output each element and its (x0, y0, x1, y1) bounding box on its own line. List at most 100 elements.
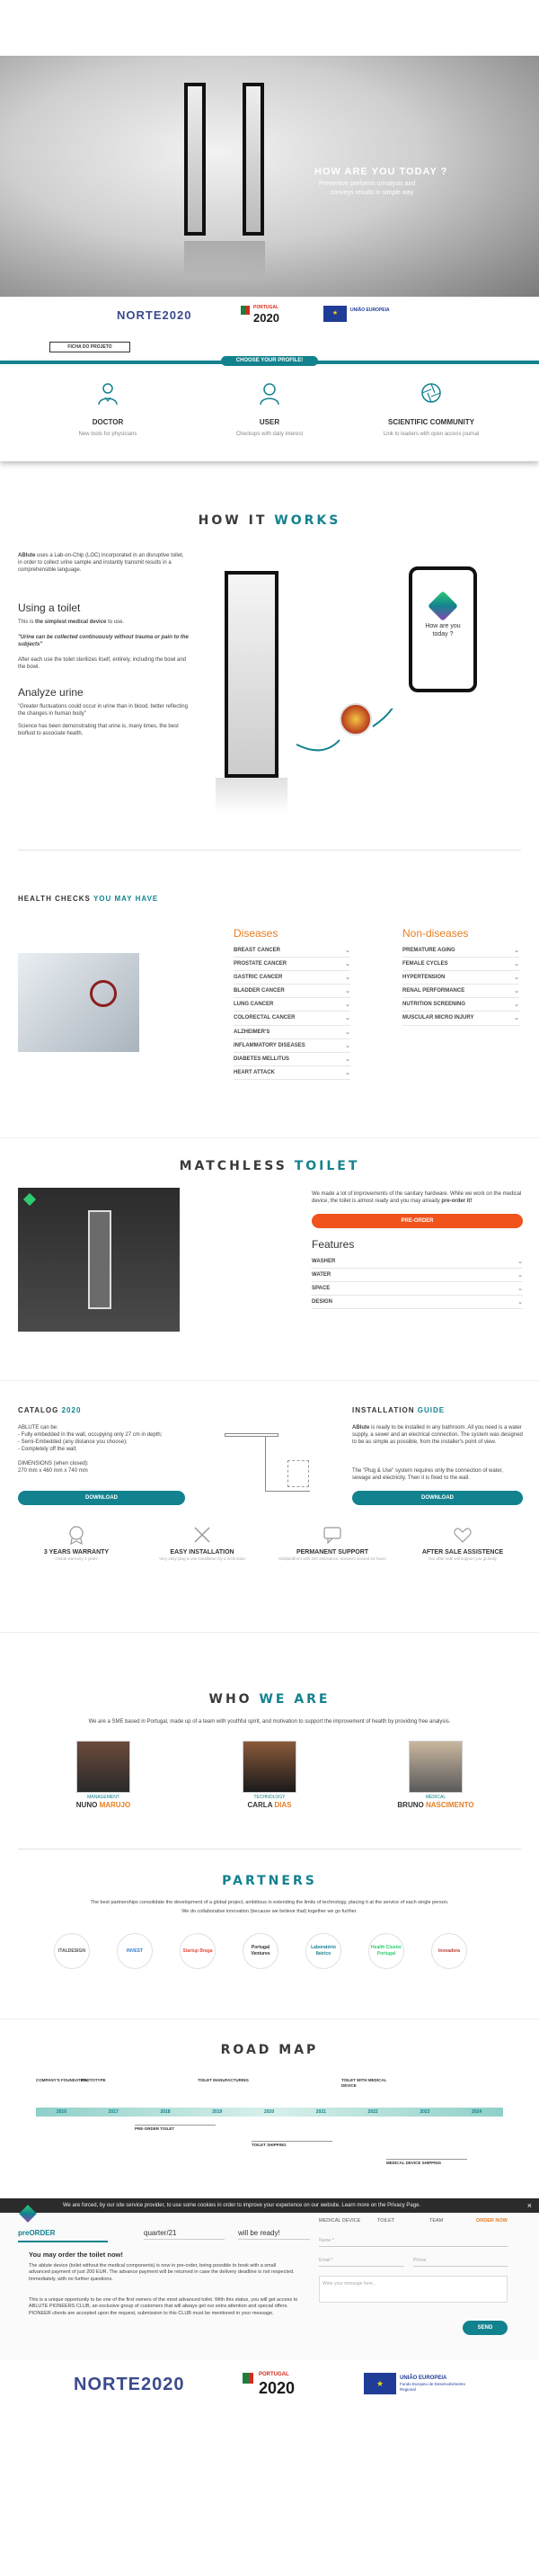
non-disease-item-label: HYPERTENSION (402, 975, 446, 981)
hero-line2: conveys results in simple way (331, 190, 414, 196)
feature-item-label: WASHER (312, 1259, 336, 1264)
benefit-desc: Very easy plug & use installation by a t… (158, 1556, 246, 1562)
team-member: MANAGEMENT NUNO MARUJO (67, 1741, 139, 1811)
toilet-p2: After each use the toilet sterilizes its… (18, 657, 186, 671)
partner-logo-label: ITALDESIGN (58, 1948, 85, 1954)
disease-item-label: COLORECTAL CANCER (234, 1015, 296, 1021)
non-disease-item[interactable]: RENAL PERFORMANCE ⌄ (402, 985, 519, 999)
benefit-assistance: AFTER SALE ASSISTENCE Our after sale wil… (404, 1525, 521, 1563)
partner-logo: ITALDESIGN (54, 1933, 90, 1969)
partners-title: PARTNERS (222, 1874, 317, 1888)
portugal-2020: 2020 (253, 311, 279, 325)
chevron-down-icon: ⌄ (345, 1056, 350, 1063)
team-role: MANAGEMENT (87, 1795, 119, 1800)
arrow-icon (296, 709, 393, 752)
disease-item[interactable]: COLORECTAL CANCER ⌄ (234, 1012, 350, 1026)
profile-card-desc: New tools for physicians (78, 431, 137, 437)
user-icon (260, 383, 279, 406)
non-disease-item[interactable]: HYPERTENSION ⌄ (402, 971, 519, 985)
disease-item-label: INFLAMMATORY DISEASES (234, 1042, 305, 1048)
non-disease-item[interactable]: NUTRITION SCREENING ⌄ (402, 998, 519, 1012)
toilet-heading: Using a toilet (18, 602, 81, 614)
name-field[interactable]: Name * (319, 2236, 508, 2247)
roadmap-year: 2022 (367, 2109, 378, 2115)
disease-item[interactable]: ALZHEIMER'S ⌄ (234, 1026, 350, 1039)
urine-heading: Analyze urine (18, 686, 84, 699)
chevron-down-icon: ⌄ (514, 1002, 519, 1009)
disease-item-label: DIABETES MELLITUS (234, 1056, 290, 1062)
disease-item[interactable]: BREAST CANCER ⌄ (234, 944, 350, 958)
non-disease-item[interactable]: PREMATURE AGING ⌄ (402, 944, 519, 958)
cookie-close-button[interactable]: × (527, 2200, 532, 2211)
cookie-text: We are forced, by our site service provi… (63, 2203, 421, 2208)
chevron-down-icon: ⌄ (517, 1299, 523, 1306)
nav-order-now[interactable]: ORDER NOW (476, 2218, 508, 2224)
quarter-tab: quarter/21 (144, 2229, 225, 2240)
disease-item[interactable]: GASTRIC CANCER ⌄ (234, 971, 350, 985)
feature-item[interactable]: WATER ⌄ (312, 1269, 523, 1283)
install-title: INSTALLATION GUIDE (352, 1406, 446, 1414)
profile-card-title: DOCTOR (92, 418, 124, 426)
toilet-illustration (225, 571, 278, 778)
feature-item[interactable]: WASHER ⌄ (312, 1255, 523, 1270)
disease-item[interactable]: INFLAMMATORY DISEASES ⌄ (234, 1039, 350, 1053)
install-download-button[interactable]: DOWNLOAD (352, 1491, 523, 1506)
roadmap-milestone: TOILET SHIPPING (252, 2141, 332, 2148)
disease-item[interactable]: PROSTATE CANCER ⌄ (234, 958, 350, 972)
health-checks: HEALTH CHECKS YOU MAY HAVE Diseases BREA… (0, 877, 539, 1137)
send-button[interactable]: SEND (463, 2321, 508, 2336)
hero-banner: HOW ARE YOU TODAY ? Preventive performs … (0, 56, 539, 297)
feature-item-label: WATER (312, 1272, 331, 1279)
benefit-support: PERMANENT SUPPORT Multiplatform with 24h… (270, 1525, 395, 1563)
disease-item-label: ALZHEIMER'S (234, 1029, 270, 1035)
nav-medical-device[interactable]: MEDICAL DEVICE (319, 2218, 360, 2224)
benefit-warranty: 3 YEARS WARRANTY Global warranty 3 years (18, 1525, 135, 1563)
partners-line2: We do collaborative innovation (because … (181, 1909, 358, 1914)
avatar (76, 1741, 130, 1793)
bathroom-photo (18, 1188, 180, 1332)
nav-toilet[interactable]: TOILET (377, 2218, 394, 2224)
non-disease-item[interactable]: FEMALE CYCLES ⌄ (402, 958, 519, 972)
health-checks-title: HEALTH CHECKS YOU MAY HAVE (18, 895, 159, 903)
profile-card-desc: Link to leaders with open access journal (383, 431, 480, 437)
partners: PARTNERS The best partnerships consolida… (0, 1866, 539, 2019)
benefit-title: 3 YEARS WARRANTY (43, 1549, 110, 1555)
partner-logo: Health Cluster Portugal (368, 1933, 404, 1969)
team-member: TECHNOLOGY CARLA DIAS (234, 1741, 305, 1811)
preorder-button[interactable]: PRE-ORDER (312, 1214, 523, 1229)
catalog-text: ABLUTE can be: - Fully embedded in the w… (18, 1425, 163, 1475)
diseases-title: Diseases (234, 927, 278, 940)
disease-item[interactable]: LUNG CANCER ⌄ (234, 998, 350, 1012)
roadmap-top-milestones: COMPANY'S FOUNDATION PROTOTYPE TOILET MANU… (36, 2078, 503, 2105)
benefit-install: EASY INSTALLATION Very easy plug & use i… (144, 1525, 261, 1563)
team-name: CARLA DIAS (247, 1800, 292, 1809)
urine-p2: Science has been demonstrating that urin… (18, 724, 179, 737)
catalog-title: CATALOG 2020 (18, 1406, 82, 1414)
divider (18, 850, 521, 851)
hero: HOW ARE YOU TODAY ? Preventive performs … (0, 0, 539, 297)
profile-card-user[interactable]: USER Checkups with daily interest (198, 382, 341, 438)
feature-item[interactable]: DESIGN ⌄ (312, 1296, 523, 1310)
partner-logo: Inovadora (431, 1933, 467, 1969)
disease-item[interactable]: DIABETES MELLITUS ⌄ (234, 1053, 350, 1066)
feature-item[interactable]: SPACE ⌄ (312, 1282, 523, 1297)
email-field[interactable]: Email * (319, 2256, 404, 2267)
nav-team[interactable]: TEAM (429, 2218, 443, 2224)
disease-item[interactable]: HEART ATTACK ⌄ (234, 1066, 350, 1080)
how-intro: ABlute uses a Lab-on-Chip (LOC) incorpor… (18, 553, 184, 574)
aperture-icon (421, 383, 441, 403)
chevron-down-icon: ⌄ (345, 1015, 350, 1022)
urine-p1: "Greater fluctuations could occur in uri… (18, 704, 188, 718)
project-sheet-button[interactable]: FICHA DO PROJETO (49, 342, 130, 352)
profile-card-doctor[interactable]: DOCTOR New tools for physicians (36, 382, 180, 438)
preorder-tab[interactable]: preORDER (18, 2229, 108, 2242)
team-member: MEDICAL BRUNO NASCIMENTO (395, 1741, 476, 1811)
message-field[interactable]: Write your message here... (319, 2276, 508, 2303)
profile-card-scientific[interactable]: SCIENTIFIC COMMUNITY Link to leaders wit… (359, 382, 503, 438)
non-disease-item[interactable]: MUSCULAR MICRO INJURY ⌄ (402, 1012, 519, 1026)
mirror-reflection (184, 241, 265, 277)
phone-field[interactable]: Phone (413, 2256, 508, 2267)
catalog-download-button[interactable]: DOWNLOAD (18, 1491, 185, 1506)
disease-item[interactable]: BLADDER CANCER ⌄ (234, 985, 350, 999)
roadmap-year: 2023 (420, 2109, 430, 2115)
